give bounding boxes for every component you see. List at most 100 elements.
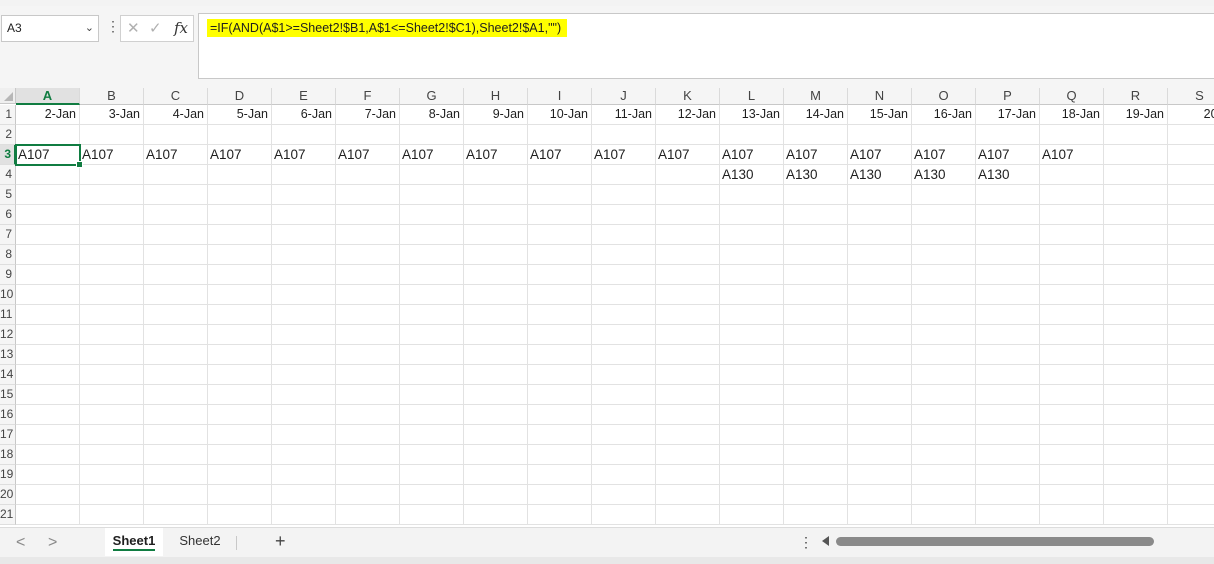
cell-i15[interactable] (528, 385, 592, 405)
column-header-a[interactable]: A (16, 88, 80, 105)
cell-i2[interactable] (528, 125, 592, 145)
column-header-f[interactable]: F (336, 88, 400, 105)
cell-i1[interactable]: 10-Jan (528, 105, 592, 125)
cell-g2[interactable] (400, 125, 464, 145)
cell-s11[interactable] (1168, 305, 1214, 325)
cell-p2[interactable] (976, 125, 1040, 145)
cell-p8[interactable] (976, 245, 1040, 265)
cell-q5[interactable] (1040, 185, 1104, 205)
cell-h1[interactable]: 9-Jan (464, 105, 528, 125)
cell-r14[interactable] (1104, 365, 1168, 385)
column-header-r[interactable]: R (1104, 88, 1168, 105)
row-header-9[interactable]: 9 (0, 265, 16, 285)
cell-k14[interactable] (656, 365, 720, 385)
column-header-d[interactable]: D (208, 88, 272, 105)
cell-c9[interactable] (144, 265, 208, 285)
cell-a21[interactable] (16, 505, 80, 525)
cell-n12[interactable] (848, 325, 912, 345)
cell-n15[interactable] (848, 385, 912, 405)
cell-l15[interactable] (720, 385, 784, 405)
cell-k9[interactable] (656, 265, 720, 285)
cell-a3[interactable]: A107 (15, 144, 81, 166)
cell-k8[interactable] (656, 245, 720, 265)
tab-sheet1[interactable]: Sheet1 (105, 528, 163, 556)
row-header-19[interactable]: 19 (0, 465, 16, 485)
cell-c11[interactable] (144, 305, 208, 325)
cell-o5[interactable] (912, 185, 976, 205)
cell-q4[interactable] (1040, 165, 1104, 185)
cell-i7[interactable] (528, 225, 592, 245)
cell-n14[interactable] (848, 365, 912, 385)
cell-p16[interactable] (976, 405, 1040, 425)
cell-h17[interactable] (464, 425, 528, 445)
cell-e1[interactable]: 6-Jan (272, 105, 336, 125)
cell-c5[interactable] (144, 185, 208, 205)
cell-n9[interactable] (848, 265, 912, 285)
cell-f7[interactable] (336, 225, 400, 245)
cell-i3[interactable]: A107 (528, 145, 592, 165)
cell-c6[interactable] (144, 205, 208, 225)
scroll-left-icon[interactable] (822, 536, 829, 546)
cell-m4[interactable]: A130 (784, 165, 848, 185)
cell-n10[interactable] (848, 285, 912, 305)
cell-o1[interactable]: 16-Jan (912, 105, 976, 125)
cell-b19[interactable] (80, 465, 144, 485)
cell-o20[interactable] (912, 485, 976, 505)
cell-j1[interactable]: 11-Jan (592, 105, 656, 125)
cell-c12[interactable] (144, 325, 208, 345)
cell-j8[interactable] (592, 245, 656, 265)
cell-s16[interactable] (1168, 405, 1214, 425)
cell-j10[interactable] (592, 285, 656, 305)
cell-i14[interactable] (528, 365, 592, 385)
cell-i8[interactable] (528, 245, 592, 265)
cell-i17[interactable] (528, 425, 592, 445)
cell-e6[interactable] (272, 205, 336, 225)
cell-h4[interactable] (464, 165, 528, 185)
cell-e17[interactable] (272, 425, 336, 445)
row-header-17[interactable]: 17 (0, 425, 16, 445)
cell-f16[interactable] (336, 405, 400, 425)
horizontal-scrollbar[interactable] (836, 537, 1154, 546)
column-header-q[interactable]: Q (1040, 88, 1104, 105)
cell-n17[interactable] (848, 425, 912, 445)
row-header-4[interactable]: 4 (0, 165, 16, 185)
cell-c17[interactable] (144, 425, 208, 445)
cell-s8[interactable] (1168, 245, 1214, 265)
row-header-18[interactable]: 18 (0, 445, 16, 465)
cell-p15[interactable] (976, 385, 1040, 405)
cell-l14[interactable] (720, 365, 784, 385)
cell-o10[interactable] (912, 285, 976, 305)
cell-f4[interactable] (336, 165, 400, 185)
cell-n16[interactable] (848, 405, 912, 425)
cell-g10[interactable] (400, 285, 464, 305)
fill-handle[interactable] (76, 161, 83, 168)
next-sheet-icon[interactable]: > (48, 534, 57, 552)
cell-r3[interactable] (1104, 145, 1168, 165)
cell-o2[interactable] (912, 125, 976, 145)
cell-a18[interactable] (16, 445, 80, 465)
cell-f13[interactable] (336, 345, 400, 365)
cell-p1[interactable]: 17-Jan (976, 105, 1040, 125)
cell-d20[interactable] (208, 485, 272, 505)
cell-d7[interactable] (208, 225, 272, 245)
cell-m6[interactable] (784, 205, 848, 225)
cell-q12[interactable] (1040, 325, 1104, 345)
cell-d12[interactable] (208, 325, 272, 345)
cell-a5[interactable] (16, 185, 80, 205)
cell-m2[interactable] (784, 125, 848, 145)
cell-m14[interactable] (784, 365, 848, 385)
cell-q9[interactable] (1040, 265, 1104, 285)
cell-n7[interactable] (848, 225, 912, 245)
cell-a15[interactable] (16, 385, 80, 405)
cell-a10[interactable] (16, 285, 80, 305)
cell-g4[interactable] (400, 165, 464, 185)
cell-o7[interactable] (912, 225, 976, 245)
cell-e16[interactable] (272, 405, 336, 425)
cell-k11[interactable] (656, 305, 720, 325)
cell-i9[interactable] (528, 265, 592, 285)
cell-m20[interactable] (784, 485, 848, 505)
cell-a14[interactable] (16, 365, 80, 385)
cell-k7[interactable] (656, 225, 720, 245)
cell-n3[interactable]: A107 (848, 145, 912, 165)
cell-f21[interactable] (336, 505, 400, 525)
